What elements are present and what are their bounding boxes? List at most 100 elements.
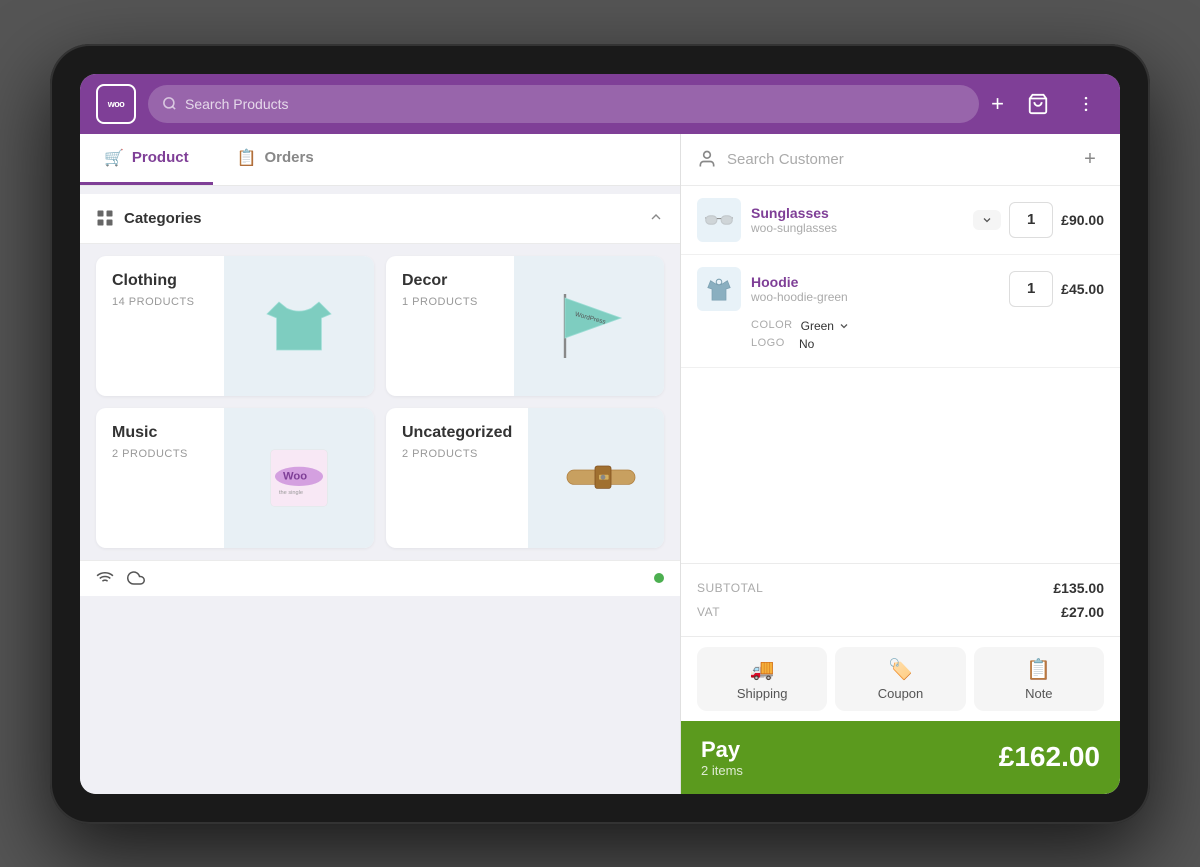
hoodie-icon bbox=[705, 275, 733, 303]
hoodie-name: Hoodie bbox=[751, 274, 999, 290]
category-card-music[interactable]: Music 2 PRODUCTS Woo the single bbox=[96, 408, 374, 548]
logo-variant: LOGO No bbox=[751, 337, 1104, 351]
tab-orders-label: Orders bbox=[265, 149, 314, 166]
subtotal-value: £135.00 bbox=[1053, 580, 1104, 596]
vat-value: £27.00 bbox=[1061, 604, 1104, 620]
subtotal-label: SUBTOTAL bbox=[697, 581, 763, 595]
order-items-list: Sunglasses woo-sunglasses 1 £90.00 bbox=[681, 186, 1120, 563]
note-button[interactable]: 📋 Note bbox=[974, 647, 1104, 711]
customer-icon bbox=[697, 149, 717, 169]
hoodie-thumbnail bbox=[697, 267, 741, 311]
search-icon bbox=[162, 96, 177, 111]
tab-orders[interactable]: 📋 Orders bbox=[213, 134, 338, 185]
basket-button[interactable] bbox=[1020, 86, 1056, 122]
sunglasses-icon bbox=[705, 206, 733, 234]
orders-tab-icon: 📋 bbox=[237, 148, 257, 168]
decor-image: WordPress bbox=[514, 256, 664, 396]
wifi-icon bbox=[96, 569, 114, 587]
svg-text:Woo: Woo bbox=[283, 470, 307, 482]
shipping-icon: 🚚 bbox=[750, 657, 775, 682]
tabs-bar: 🛒 Product 📋 Orders bbox=[80, 134, 680, 186]
main-content: 🛒 Product 📋 Orders Categories bbox=[80, 134, 1120, 794]
category-count-clothing: 14 PRODUCTS bbox=[112, 296, 208, 308]
note-label: Note bbox=[1025, 686, 1052, 701]
chevron-up-icon bbox=[648, 209, 664, 225]
hoodie-price: £45.00 bbox=[1061, 281, 1104, 297]
subtotal-row: SUBTOTAL £135.00 bbox=[697, 576, 1104, 600]
product-grid: Clothing 14 PRODUCTS Dec bbox=[80, 244, 680, 560]
sunglasses-sku: woo-sunglasses bbox=[751, 221, 963, 235]
more-icon bbox=[1076, 94, 1096, 114]
sunglasses-name: Sunglasses bbox=[751, 205, 963, 221]
tshirt-icon bbox=[259, 286, 339, 366]
category-count-uncategorized: 2 PRODUCTS bbox=[402, 448, 512, 460]
shipping-button[interactable]: 🚚 Shipping bbox=[697, 647, 827, 711]
customer-search-placeholder[interactable]: Search Customer bbox=[727, 151, 1066, 168]
totals-section: SUBTOTAL £135.00 VAT £27.00 bbox=[681, 563, 1120, 636]
pay-label: Pay bbox=[701, 737, 743, 763]
order-item-hoodie: Hoodie woo-hoodie-green 1 £45.00 COLOR bbox=[681, 255, 1120, 368]
woo-album-icon: Woo the single bbox=[259, 438, 339, 518]
category-card-decor[interactable]: Decor 1 PRODUCTS WordPress bbox=[386, 256, 664, 396]
order-item-sunglasses: Sunglasses woo-sunglasses 1 £90.00 bbox=[681, 186, 1120, 255]
logo-label: LOGO bbox=[751, 337, 791, 351]
categories-label: Categories bbox=[124, 210, 638, 227]
note-icon: 📋 bbox=[1026, 657, 1051, 682]
add-product-button[interactable]: + bbox=[991, 91, 1004, 117]
hoodie-sku: woo-hoodie-green bbox=[751, 290, 999, 304]
category-name-decor: Decor bbox=[402, 272, 498, 290]
customer-bar: Search Customer + bbox=[681, 134, 1120, 186]
vat-row: VAT £27.00 bbox=[697, 600, 1104, 624]
coupon-button[interactable]: 🏷️ Coupon bbox=[835, 647, 965, 711]
shipping-label: Shipping bbox=[737, 686, 788, 701]
pay-button[interactable]: Pay 2 items £162.00 bbox=[681, 721, 1120, 794]
left-panel: 🛒 Product 📋 Orders Categories bbox=[80, 134, 680, 794]
cloud-icon bbox=[126, 569, 146, 587]
woo-logo[interactable]: woo bbox=[96, 84, 136, 124]
hoodie-variants: COLOR Green LOGO No bbox=[697, 319, 1104, 351]
color-label: COLOR bbox=[751, 319, 793, 333]
uncategorized-image bbox=[528, 408, 664, 548]
search-placeholder: Search Products bbox=[185, 96, 289, 112]
category-name-uncategorized: Uncategorized bbox=[402, 424, 512, 442]
pay-amount: £162.00 bbox=[999, 741, 1100, 773]
hoodie-quantity[interactable]: 1 bbox=[1009, 271, 1053, 307]
color-dropdown-icon[interactable] bbox=[838, 320, 850, 332]
sunglasses-quantity[interactable]: 1 bbox=[1009, 202, 1053, 238]
chevron-down-icon bbox=[981, 214, 993, 226]
svg-text:the single: the single bbox=[279, 490, 303, 496]
action-buttons: 🚚 Shipping 🏷️ Coupon 📋 Note bbox=[681, 636, 1120, 721]
product-search-bar[interactable]: Search Products bbox=[148, 85, 979, 123]
sunglasses-variant-dropdown[interactable] bbox=[973, 210, 1001, 230]
vat-label: VAT bbox=[697, 605, 720, 619]
category-name-clothing: Clothing bbox=[112, 272, 208, 290]
more-menu-button[interactable] bbox=[1068, 86, 1104, 122]
music-image: Woo the single bbox=[224, 408, 374, 548]
online-status-dot bbox=[654, 573, 664, 583]
coupon-label: Coupon bbox=[878, 686, 924, 701]
coupon-icon: 🏷️ bbox=[888, 657, 913, 682]
logo-value: No bbox=[799, 337, 814, 351]
color-variant: COLOR Green bbox=[751, 319, 1104, 333]
basket-icon bbox=[1027, 93, 1049, 115]
sunglasses-price: £90.00 bbox=[1061, 212, 1104, 228]
tab-product-label: Product bbox=[132, 149, 189, 166]
product-tab-icon: 🛒 bbox=[104, 148, 124, 168]
top-bar: woo Search Products + bbox=[80, 74, 1120, 134]
pennant-icon: WordPress bbox=[549, 286, 629, 366]
status-bar bbox=[80, 560, 680, 596]
category-card-uncategorized[interactable]: Uncategorized 2 PRODUCTS bbox=[386, 408, 664, 548]
belt-icon bbox=[563, 438, 643, 518]
categories-toggle[interactable] bbox=[648, 209, 664, 228]
tab-product[interactable]: 🛒 Product bbox=[80, 134, 213, 185]
sunglasses-thumbnail bbox=[697, 198, 741, 242]
category-count-music: 2 PRODUCTS bbox=[112, 448, 208, 460]
category-card-clothing[interactable]: Clothing 14 PRODUCTS bbox=[96, 256, 374, 396]
add-customer-button[interactable]: + bbox=[1076, 145, 1104, 173]
category-name-music: Music bbox=[112, 424, 208, 442]
right-panel: Search Customer + bbox=[680, 134, 1120, 794]
color-value: Green bbox=[801, 319, 834, 333]
category-count-decor: 1 PRODUCTS bbox=[402, 296, 498, 308]
clothing-image bbox=[224, 256, 374, 396]
pay-items-count: 2 items bbox=[701, 763, 743, 778]
